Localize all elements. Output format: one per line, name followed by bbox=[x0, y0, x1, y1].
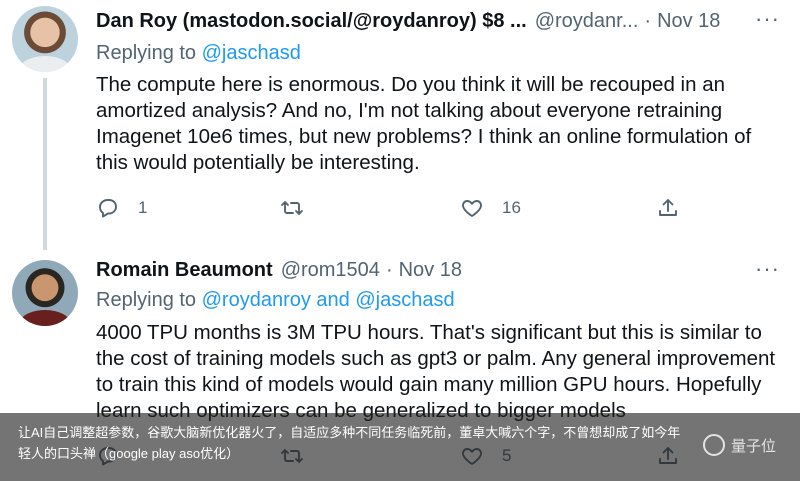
tweet-actions: 1 16 bbox=[96, 196, 696, 226]
author-name[interactable]: Dan Roy (mastodon.social/@roydanroy) $8 … bbox=[96, 10, 527, 33]
tweet-header: Dan Roy (mastodon.social/@roydanroy) $8 … bbox=[96, 6, 780, 36]
more-horizontal-icon[interactable]: ··· bbox=[755, 6, 780, 32]
retweet-icon bbox=[281, 201, 303, 215]
caption-overlay: 让AI自己调整超参数，谷歌大脑新优化器火了，自适应多种不同任务临死前，董卓大喊六… bbox=[0, 413, 800, 481]
reply-count: 1 bbox=[138, 198, 148, 217]
tweet-date[interactable]: Nov 18 bbox=[399, 259, 462, 282]
tweet-text-line: 4000 TPU months is 3M TPU hours. That's … bbox=[96, 321, 762, 344]
watermark-text: 量子位 bbox=[730, 437, 776, 455]
tweet-text-line: this would potentially be interesting. bbox=[96, 151, 420, 174]
tweet-date[interactable]: Nov 18 bbox=[657, 10, 720, 33]
replying-mentions[interactable]: @jaschasd bbox=[202, 42, 301, 64]
tweet-text-line: amortized analysis? And no, I'm not talk… bbox=[96, 99, 723, 122]
tweet-text-line: to train this kind of models would gain … bbox=[96, 373, 762, 396]
share-icon bbox=[659, 199, 677, 216]
retweet-button[interactable] bbox=[280, 196, 322, 220]
replying-to: Replying to @roydanroy and @jaschasd bbox=[96, 289, 455, 312]
separator-dot: · bbox=[644, 9, 652, 32]
more-horizontal-icon[interactable]: ··· bbox=[755, 256, 780, 282]
share-button[interactable] bbox=[656, 196, 680, 220]
author-name[interactable]: Romain Beaumont bbox=[96, 259, 273, 282]
tweet-1[interactable]: Dan Roy (mastodon.social/@roydanroy) $8 … bbox=[0, 0, 800, 250]
replying-to: Replying to @jaschasd bbox=[96, 42, 301, 65]
replying-mentions[interactable]: @roydanroy and @jaschasd bbox=[202, 289, 455, 311]
like-count: 16 bbox=[502, 198, 521, 217]
author-handle[interactable]: @roydanr... bbox=[535, 10, 639, 33]
tweet-text-line: The compute here is enormous. Do you thi… bbox=[96, 73, 726, 96]
thread-line bbox=[43, 78, 47, 250]
replying-label: Replying to bbox=[96, 289, 202, 311]
watermark-logo-icon bbox=[702, 434, 725, 456]
tweet-header: Romain Beaumont @rom1504 · Nov 18 bbox=[96, 255, 780, 285]
caption-line: 让AI自己调整超参数，谷歌大脑新优化器火了，自适应多种不同任务临死前，董卓大喊六… bbox=[18, 425, 681, 440]
avatar[interactable] bbox=[12, 6, 78, 72]
tweet-text-line: the cost of training models such as gpt3… bbox=[96, 347, 776, 370]
avatar[interactable] bbox=[12, 260, 78, 326]
tweet-text: 4000 TPU months is 3M TPU hours. That's … bbox=[96, 320, 786, 424]
author-handle[interactable]: @rom1504 bbox=[281, 259, 380, 282]
replying-label: Replying to bbox=[96, 42, 202, 64]
separator-dot: · bbox=[385, 258, 393, 281]
tweet-text: The compute here is enormous. Do you thi… bbox=[96, 72, 786, 176]
reply-icon bbox=[99, 199, 117, 218]
caption-line: 轻人的口头禅（google play aso优化） bbox=[18, 446, 240, 461]
tweet-text-line: Imagenet 10e6 times, but new problems? I… bbox=[96, 125, 752, 148]
reply-button[interactable]: 1 bbox=[96, 196, 147, 220]
watermark: 量子位 bbox=[702, 434, 776, 456]
like-button[interactable]: 16 bbox=[460, 196, 521, 220]
heart-icon bbox=[462, 200, 482, 217]
